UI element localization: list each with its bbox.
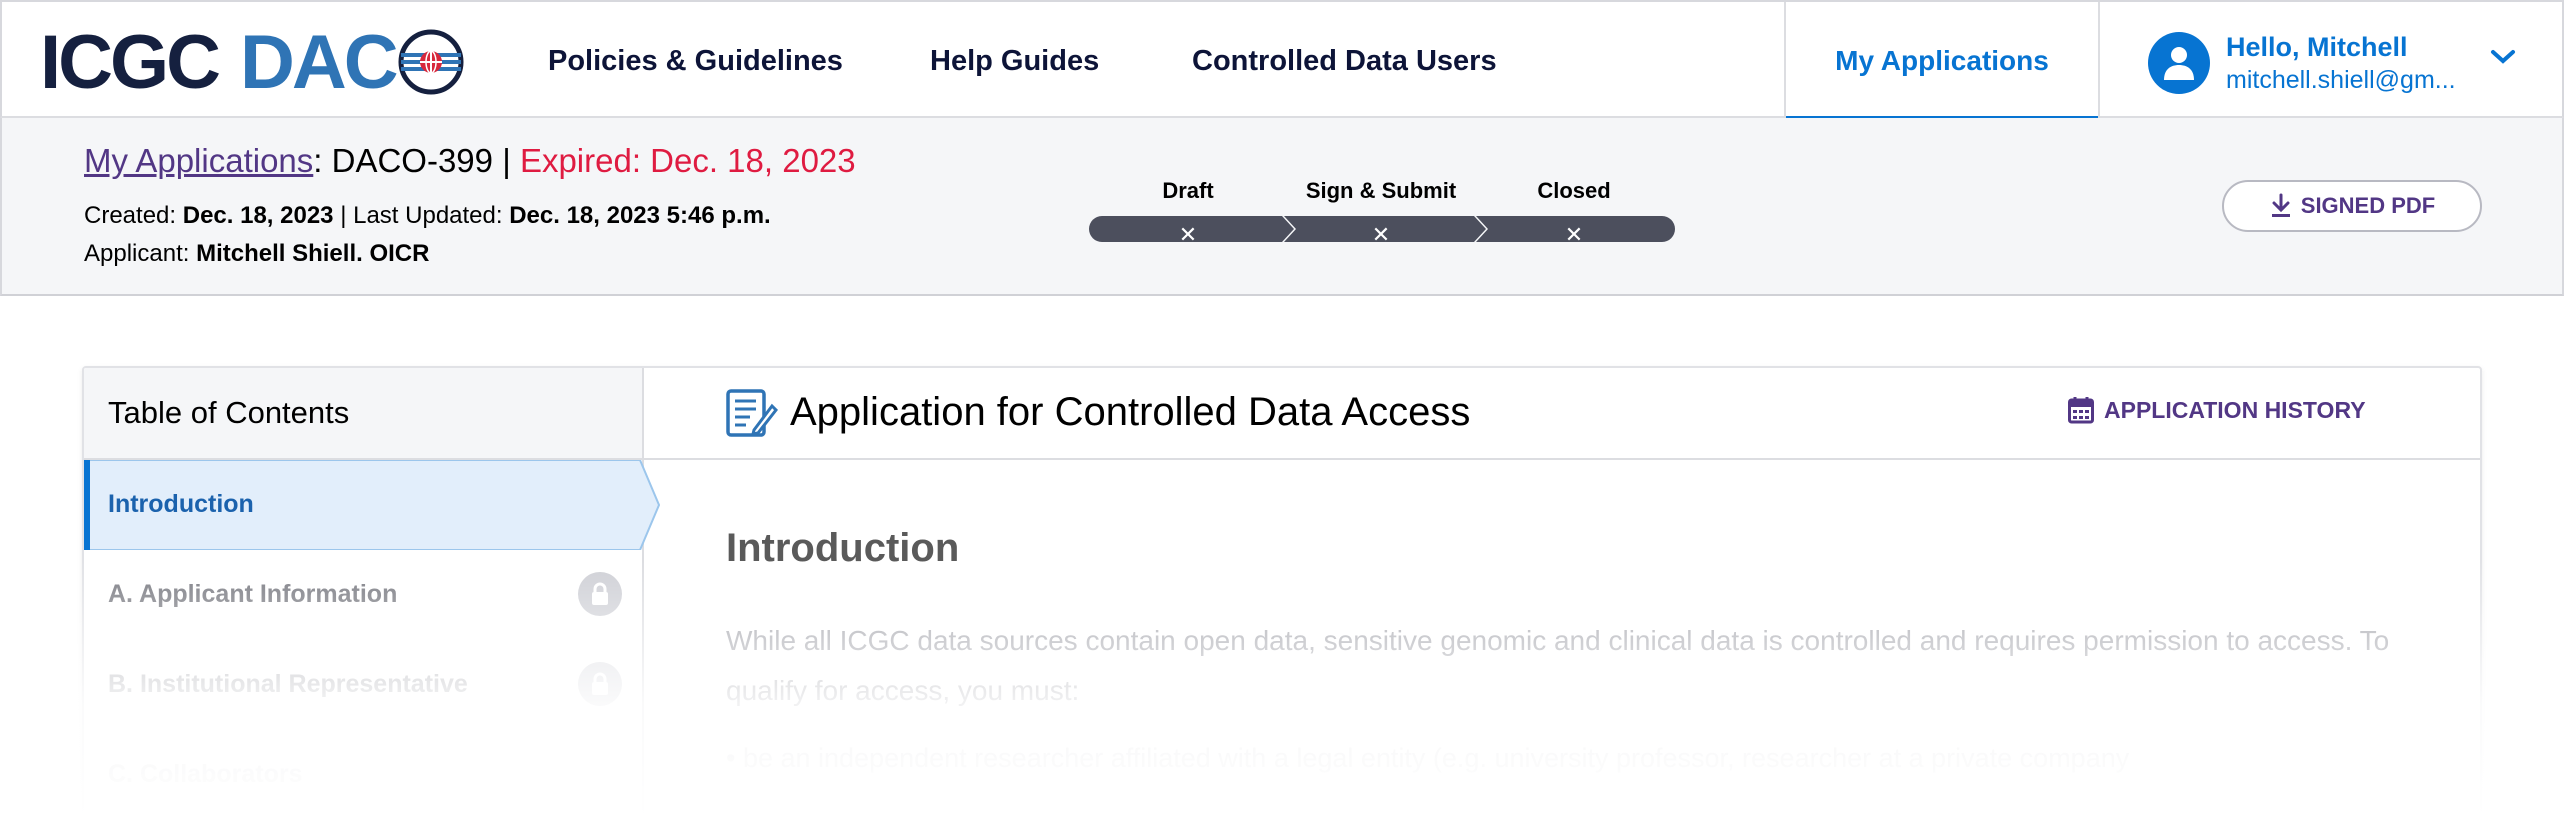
user-menu[interactable]: Hello, Mitchell mitchell.shiell@gm... — [2148, 28, 2456, 98]
toc-item-collaborators[interactable]: C. Collaborators — [108, 760, 302, 789]
application-header: My Applications: DACO-399 | Expired: Dec… — [0, 118, 2564, 296]
form-header: Application for Controlled Data Access A… — [644, 368, 2480, 460]
step-draft-label: Draft — [1162, 178, 1214, 203]
step-closed-x-icon: ✕ — [1564, 222, 1584, 247]
form-title: Application for Controlled Data Access — [790, 390, 1471, 434]
calendar-icon — [2068, 397, 2094, 424]
updated-value: Dec. 18, 2023 5:46 p.m. — [509, 202, 771, 229]
chevron-down-icon[interactable] — [2490, 48, 2516, 66]
status-badge: Expired: Dec. 18, 2023 — [519, 142, 856, 179]
lock-icon — [578, 572, 622, 616]
user-greeting: Hello, Mitchell — [2226, 32, 2408, 62]
applicant-value: Mitchell Shiell. OICR — [196, 240, 430, 267]
breadcrumb-my-applications[interactable]: My Applications — [84, 142, 313, 179]
signed-pdf-label: SIGNED PDF — [2300, 193, 2436, 218]
application-history-label: APPLICATION HISTORY — [2104, 396, 2366, 423]
avatar — [2148, 32, 2210, 94]
logo-daco-text: DAC — [240, 19, 399, 105]
intro-paragraph: While all ICGC data sources contain open… — [726, 625, 2390, 706]
toc-title: Table of Contents — [84, 368, 642, 460]
toc-item-applicant-information[interactable]: A. Applicant Information — [108, 580, 397, 609]
application-title: My Applications: DACO-399 | Expired: Dec… — [84, 142, 856, 180]
signed-pdf-button[interactable]: SIGNED PDF — [2222, 180, 2482, 232]
application-card: Table of Contents Introduction A. Applic… — [82, 366, 2482, 815]
step-sign-submit-label: Sign & Submit — [1305, 178, 1457, 203]
document-edit-icon — [726, 389, 778, 437]
updated-label: | Last Updated: — [340, 202, 503, 229]
dates-line: Created: Dec. 18, 2023 | Last Updated: D… — [84, 202, 771, 230]
applicant-label: Applicant: — [84, 240, 190, 267]
lock-icon — [578, 662, 622, 706]
nav-help-guides[interactable]: Help Guides — [930, 2, 1099, 120]
created-value: Dec. 18, 2023 — [182, 202, 334, 229]
applicant-line: Applicant: Mitchell Shiell. OICR — [84, 240, 429, 268]
globe-logo-icon — [398, 29, 464, 95]
user-icon — [2164, 47, 2194, 80]
progress-steps: Draft Sign & Submit Closed ✕ ✕ ✕ — [1088, 178, 1676, 258]
toc-item-institutional-representative[interactable]: B. Institutional Representative — [108, 670, 468, 699]
top-nav: ICGC DAC Policies & Guidelines Help Guid… — [0, 0, 2564, 122]
section-heading: Introduction — [726, 526, 960, 570]
table-of-contents: Table of Contents Introduction A. Applic… — [84, 368, 660, 815]
step-closed-label: Closed — [1537, 178, 1611, 203]
icgc-daco-logo[interactable]: ICGC DAC — [40, 20, 464, 105]
step-sign-submit-x-icon: ✕ — [1371, 222, 1391, 247]
application-history-button[interactable]: APPLICATION HISTORY — [2068, 396, 2366, 424]
list-item: • be an independent researcher affiliate… — [726, 743, 2130, 773]
step-draft-x-icon: ✕ — [1178, 222, 1198, 247]
nav-policies-guidelines[interactable]: Policies & Guidelines — [548, 2, 843, 120]
application-id: DACO-399 — [331, 142, 494, 179]
created-label: Created: — [84, 202, 177, 229]
download-icon — [2271, 193, 2290, 217]
title-divider: | — [502, 142, 511, 179]
toc-item-introduction[interactable]: Introduction — [108, 490, 254, 519]
nav-controlled-data-users[interactable]: Controlled Data Users — [1192, 2, 1497, 120]
logo-icgc-text: ICGC — [40, 19, 221, 105]
breadcrumb-separator: : — [313, 142, 323, 179]
user-email: mitchell.shiell@gm... — [2226, 66, 2456, 94]
nav-my-applications-tab[interactable]: My Applications — [1784, 2, 2100, 122]
